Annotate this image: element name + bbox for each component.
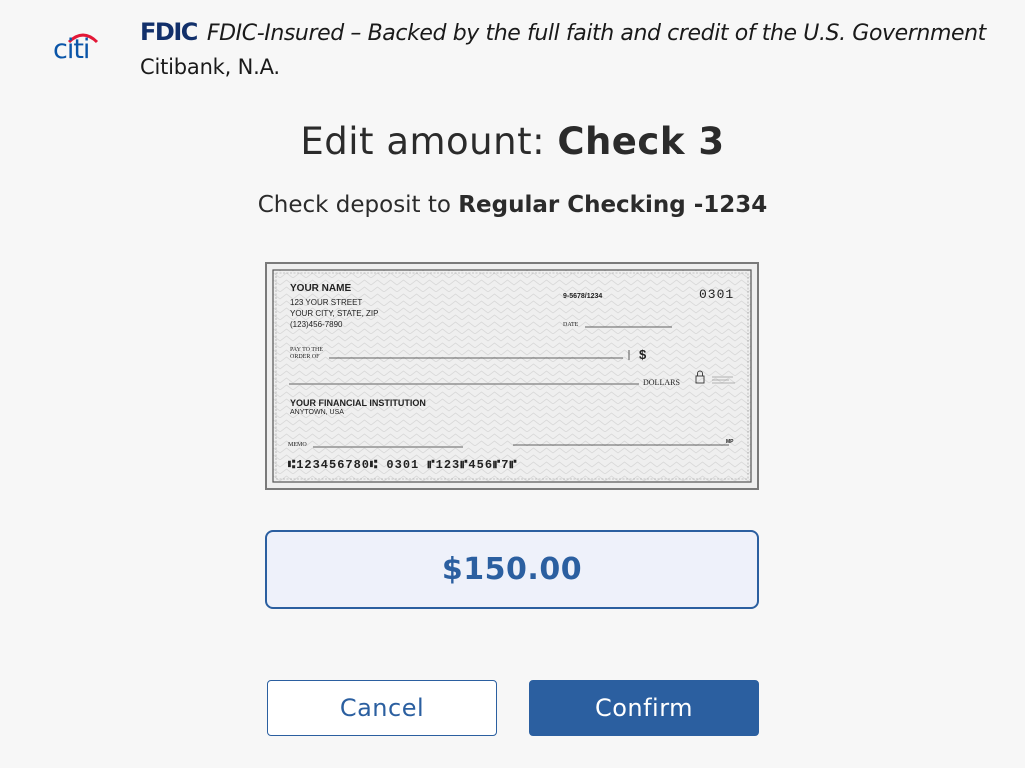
check-owner-address: 123 YOUR STREET YOUR CITY, STATE, ZIP (1… (290, 297, 378, 330)
deposit-account: Regular Checking -1234 (458, 192, 768, 218)
check-dollars-label: DOLLARS (643, 378, 680, 387)
page-title-prefix: Edit amount: (300, 120, 558, 163)
deposit-destination-prefix: Check deposit to (257, 192, 459, 218)
check-micr-line: ⑆123456780⑆ 0301 ⑈123⑈456⑈7⑈ (288, 458, 518, 472)
check-address-line1: 123 YOUR STREET (290, 298, 363, 307)
check-owner-name: YOUR NAME (290, 283, 352, 294)
cancel-button[interactable]: Cancel (267, 680, 497, 736)
check-mp-label: MP (726, 439, 734, 445)
fdic-notice: FDIC FDIC-Insured – Backed by the full fa… (140, 18, 986, 46)
fdic-disclaimer: FDIC-Insured – Backed by the full faith … (206, 21, 986, 46)
check-date-label: DATE (563, 322, 579, 328)
check-phone: (123)456-7890 (290, 320, 343, 329)
check-pay-label-2: ORDER OF (290, 354, 320, 360)
amount-field[interactable]: $150.00 (265, 530, 759, 609)
check-address-line2: YOUR CITY, STATE, ZIP (290, 309, 379, 318)
check-bank-name: YOUR FINANCIAL INSTITUTION (290, 398, 426, 408)
deposit-destination: Check deposit to Regular Checking -1234 (0, 192, 1025, 218)
page-title: Edit amount: Check 3 (0, 120, 1025, 163)
check-pay-label-1: PAY TO THE (290, 347, 324, 353)
citi-logo-text: citi (53, 34, 90, 65)
page-title-check: Check 3 (557, 120, 725, 163)
bank-name: Citibank, N.A. (140, 55, 280, 79)
check-bank-city: ANYTOWN, USA (290, 409, 344, 416)
check-number: 0301 (699, 287, 735, 302)
citi-logo: citi (53, 30, 119, 70)
check-pay-label: PAY TO THE ORDER OF (290, 347, 323, 361)
confirm-button[interactable]: Confirm (529, 680, 759, 736)
check-memo-label: MEMO (288, 442, 307, 448)
check-routing-fraction: 9-5678/1234 (563, 293, 603, 300)
fdic-logo: FDIC (140, 18, 198, 46)
check-image: YOUR NAME 123 YOUR STREET YOUR CITY, STA… (265, 262, 759, 490)
check-dollar-sign: $ (639, 347, 647, 362)
